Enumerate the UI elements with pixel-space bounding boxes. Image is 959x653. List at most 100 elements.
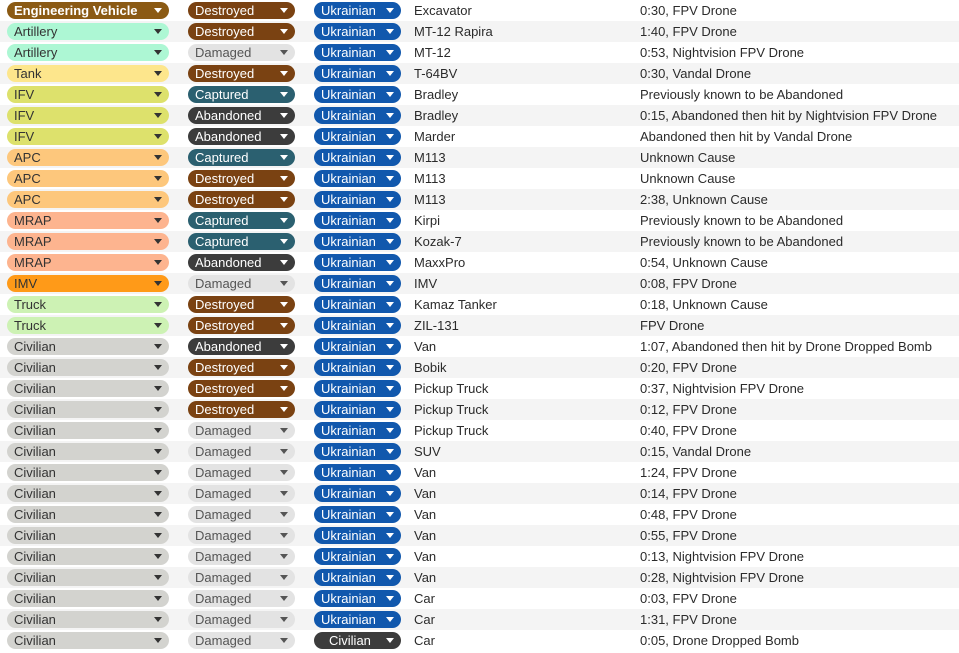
country-select[interactable]: Ukrainian <box>314 44 401 61</box>
country-select[interactable]: Ukrainian <box>314 107 401 124</box>
vehicle-type-select[interactable]: MRAP <box>7 233 169 250</box>
chevron-down-icon <box>154 617 162 622</box>
chevron-down-icon <box>154 344 162 349</box>
vehicle-type-select[interactable]: Civilian <box>7 401 169 418</box>
country-select[interactable]: Ukrainian <box>314 380 401 397</box>
vehicle-type-select[interactable]: IFV <box>7 107 169 124</box>
country-select[interactable]: Ukrainian <box>314 212 401 229</box>
status-select[interactable]: Damaged <box>188 506 295 523</box>
vehicle-type-select[interactable]: Civilian <box>7 380 169 397</box>
country-select[interactable]: Ukrainian <box>314 506 401 523</box>
country-select[interactable]: Ukrainian <box>314 464 401 481</box>
status-select[interactable]: Destroyed <box>188 380 295 397</box>
vehicle-type-select[interactable]: Civilian <box>7 611 169 628</box>
country-select[interactable]: Ukrainian <box>314 317 401 334</box>
country-select[interactable]: Ukrainian <box>314 548 401 565</box>
country-select[interactable]: Ukrainian <box>314 443 401 460</box>
country-select[interactable]: Ukrainian <box>314 254 401 271</box>
vehicle-type-select[interactable]: MRAP <box>7 212 169 229</box>
status-select[interactable]: Abandoned <box>188 107 295 124</box>
vehicle-type-select[interactable]: APC <box>7 149 169 166</box>
country-select[interactable]: Civilian <box>314 632 401 649</box>
status-select[interactable]: Damaged <box>188 485 295 502</box>
vehicle-type-select[interactable]: Artillery <box>7 44 169 61</box>
status-select[interactable]: Damaged <box>188 464 295 481</box>
country-select[interactable]: Ukrainian <box>314 149 401 166</box>
vehicle-type-select[interactable]: Civilian <box>7 590 169 607</box>
country-select[interactable]: Ukrainian <box>314 590 401 607</box>
status-label: Captured <box>195 234 249 249</box>
vehicle-type-select[interactable]: APC <box>7 191 169 208</box>
country-select[interactable]: Ukrainian <box>314 170 401 187</box>
status-select[interactable]: Damaged <box>188 275 295 292</box>
status-select[interactable]: Destroyed <box>188 359 295 376</box>
country-select[interactable]: Ukrainian <box>314 2 401 19</box>
vehicle-type-select[interactable]: Civilian <box>7 422 169 439</box>
status-select[interactable]: Captured <box>188 212 295 229</box>
vehicle-type-select[interactable]: MRAP <box>7 254 169 271</box>
status-select[interactable]: Captured <box>188 149 295 166</box>
vehicle-type-select[interactable]: Civilian <box>7 338 169 355</box>
vehicle-type-select[interactable]: Engineering Vehicle <box>7 2 169 19</box>
status-select[interactable]: Damaged <box>188 548 295 565</box>
cause-cell: 0:12, FPV Drone <box>640 402 737 417</box>
country-select[interactable]: Ukrainian <box>314 128 401 145</box>
vehicle-type-select[interactable]: Civilian <box>7 632 169 649</box>
status-select[interactable]: Abandoned <box>188 254 295 271</box>
status-select[interactable]: Destroyed <box>188 296 295 313</box>
country-select[interactable]: Ukrainian <box>314 401 401 418</box>
vehicle-type-select[interactable]: Artillery <box>7 23 169 40</box>
country-select[interactable]: Ukrainian <box>314 191 401 208</box>
status-select[interactable]: Abandoned <box>188 128 295 145</box>
country-select[interactable]: Ukrainian <box>314 485 401 502</box>
country-select[interactable]: Ukrainian <box>314 611 401 628</box>
country-select[interactable]: Ukrainian <box>314 296 401 313</box>
status-select[interactable]: Damaged <box>188 422 295 439</box>
vehicle-type-select[interactable]: IFV <box>7 86 169 103</box>
country-select[interactable]: Ukrainian <box>314 275 401 292</box>
country-select[interactable]: Ukrainian <box>314 23 401 40</box>
country-select[interactable]: Ukrainian <box>314 527 401 544</box>
status-select[interactable]: Damaged <box>188 44 295 61</box>
status-select[interactable]: Destroyed <box>188 65 295 82</box>
status-select[interactable]: Destroyed <box>188 191 295 208</box>
chevron-down-icon <box>386 260 394 265</box>
vehicle-type-select[interactable]: Civilian <box>7 485 169 502</box>
status-select[interactable]: Destroyed <box>188 317 295 334</box>
status-select[interactable]: Damaged <box>188 527 295 544</box>
country-select[interactable]: Ukrainian <box>314 569 401 586</box>
vehicle-type-select[interactable]: Tank <box>7 65 169 82</box>
country-select[interactable]: Ukrainian <box>314 86 401 103</box>
status-select[interactable]: Abandoned <box>188 338 295 355</box>
status-select[interactable]: Captured <box>188 233 295 250</box>
vehicle-type-select[interactable]: Truck <box>7 296 169 313</box>
country-select[interactable]: Ukrainian <box>314 338 401 355</box>
vehicle-type-select[interactable]: IMV <box>7 275 169 292</box>
chevron-down-icon <box>280 134 288 139</box>
vehicle-type-select[interactable]: Civilian <box>7 464 169 481</box>
vehicle-type-select[interactable]: Civilian <box>7 548 169 565</box>
status-select[interactable]: Captured <box>188 86 295 103</box>
vehicle-type-select[interactable]: Civilian <box>7 569 169 586</box>
status-select[interactable]: Destroyed <box>188 170 295 187</box>
cause-cell: 0:28, Nightvision FPV Drone <box>640 570 805 585</box>
vehicle-type-select[interactable]: APC <box>7 170 169 187</box>
vehicle-type-select[interactable]: Civilian <box>7 527 169 544</box>
country-select[interactable]: Ukrainian <box>314 422 401 439</box>
status-select[interactable]: Destroyed <box>188 2 295 19</box>
vehicle-type-select[interactable]: Civilian <box>7 443 169 460</box>
status-select[interactable]: Destroyed <box>188 23 295 40</box>
vehicle-type-select[interactable]: Civilian <box>7 359 169 376</box>
vehicle-type-select[interactable]: Truck <box>7 317 169 334</box>
status-select[interactable]: Damaged <box>188 590 295 607</box>
status-select[interactable]: Damaged <box>188 632 295 649</box>
country-select[interactable]: Ukrainian <box>314 359 401 376</box>
vehicle-type-select[interactable]: Civilian <box>7 506 169 523</box>
status-select[interactable]: Destroyed <box>188 401 295 418</box>
status-select[interactable]: Damaged <box>188 443 295 460</box>
country-select[interactable]: Ukrainian <box>314 65 401 82</box>
vehicle-type-select[interactable]: IFV <box>7 128 169 145</box>
country-select[interactable]: Ukrainian <box>314 233 401 250</box>
status-select[interactable]: Damaged <box>188 569 295 586</box>
status-select[interactable]: Damaged <box>188 611 295 628</box>
